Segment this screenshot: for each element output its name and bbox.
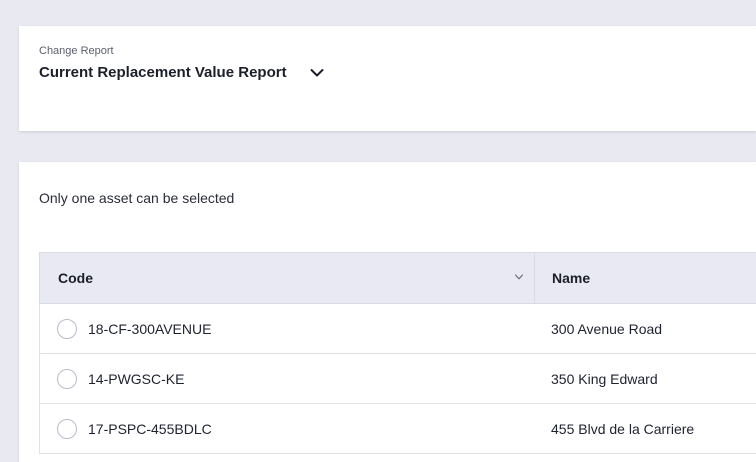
chevron-down-icon[interactable] bbox=[309, 65, 325, 81]
asset-table: Code Name 18-CF-300AVENUE 300 Avenue Roa… bbox=[39, 252, 756, 454]
asset-code: 17-PSPC-455BDLC bbox=[88, 420, 212, 437]
report-selector-card: Change Report Current Replacement Value … bbox=[19, 26, 756, 131]
report-dropdown[interactable]: Current Replacement Value Report bbox=[39, 64, 325, 81]
column-header-name-label: Name bbox=[552, 270, 591, 286]
report-title: Current Replacement Value Report bbox=[39, 64, 287, 81]
code-cell: 17-PSPC-455BDLC bbox=[40, 418, 535, 439]
change-report-label: Change Report bbox=[39, 45, 114, 57]
table-row[interactable]: 17-PSPC-455BDLC 455 Blvd de la Carriere bbox=[39, 404, 756, 454]
selection-hint: Only one asset can be selected bbox=[39, 190, 235, 206]
row-select-radio[interactable] bbox=[57, 318, 77, 339]
row-select-radio[interactable] bbox=[57, 368, 77, 389]
sort-chevron-icon[interactable] bbox=[514, 272, 524, 282]
row-select-radio[interactable] bbox=[57, 418, 77, 439]
column-header-code[interactable]: Code bbox=[40, 253, 535, 303]
code-cell: 14-PWGSC-KE bbox=[40, 368, 535, 389]
asset-name: 350 King Edward bbox=[551, 370, 658, 387]
table-row[interactable]: 14-PWGSC-KE 350 King Edward bbox=[39, 354, 756, 404]
code-cell: 18-CF-300AVENUE bbox=[40, 318, 535, 339]
column-header-name[interactable]: Name bbox=[535, 253, 756, 303]
asset-name: 300 Avenue Road bbox=[551, 320, 663, 337]
table-header: Code Name bbox=[39, 252, 756, 304]
asset-code: 18-CF-300AVENUE bbox=[88, 320, 212, 337]
table-row[interactable]: 18-CF-300AVENUE 300 Avenue Road bbox=[39, 304, 756, 354]
column-header-code-label: Code bbox=[58, 270, 93, 286]
asset-name: 455 Blvd de la Carriere bbox=[551, 420, 695, 437]
asset-code: 14-PWGSC-KE bbox=[88, 370, 185, 387]
asset-selection-card: Only one asset can be selected Code Name… bbox=[19, 162, 756, 462]
